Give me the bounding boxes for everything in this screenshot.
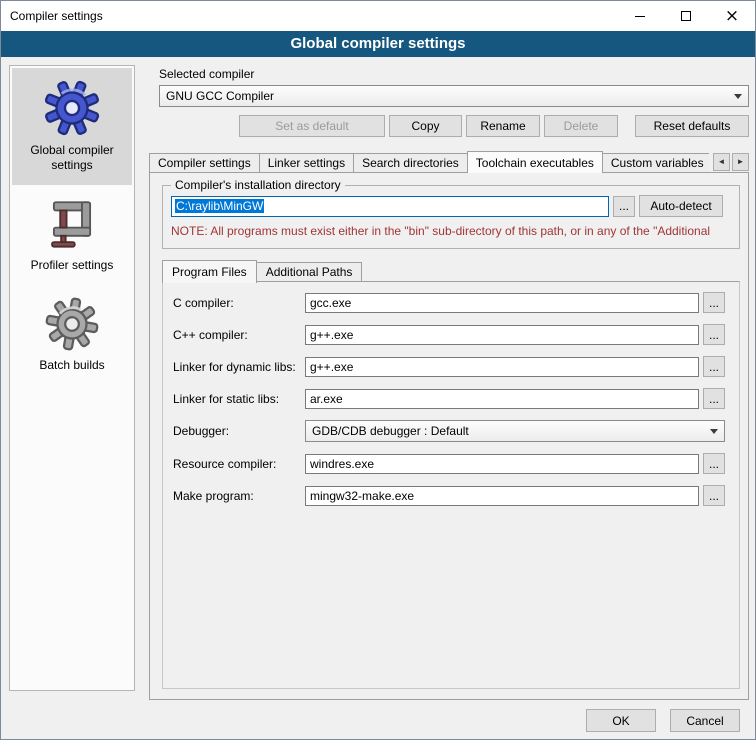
installation-directory-legend: Compiler's installation directory	[171, 178, 345, 192]
compiler-select[interactable]: GNU GCC Compiler	[159, 85, 749, 107]
selected-compiler-label: Selected compiler	[159, 67, 254, 81]
chevron-down-icon	[710, 429, 718, 434]
installation-directory-row: C:\raylib\MinGW ... Auto-detect	[171, 195, 723, 217]
copy-button[interactable]: Copy	[389, 115, 462, 137]
form-row: Resource compiler: ...	[173, 453, 725, 474]
resource-compiler-browse-button[interactable]: ...	[703, 453, 725, 474]
window-title: Compiler settings	[1, 9, 103, 23]
cpp-compiler-browse-button[interactable]: ...	[703, 324, 725, 345]
compiler-settings-dialog: Compiler settings × Global compiler sett…	[0, 0, 756, 740]
sidebar-item-profiler-settings[interactable]: Profiler settings	[12, 185, 132, 285]
tabs-clip: Compiler settings Linker settings Search…	[149, 151, 709, 173]
maximize-icon	[681, 11, 691, 21]
note-text: NOTE: All programs must exist either in …	[171, 224, 737, 238]
form-row: C++ compiler: ...	[173, 324, 725, 345]
tab-linker-settings[interactable]: Linker settings	[259, 153, 354, 173]
make-program-browse-button[interactable]: ...	[703, 485, 725, 506]
cpp-compiler-input[interactable]	[305, 325, 699, 345]
dynamic-linker-browse-button[interactable]: ...	[703, 356, 725, 377]
compiler-button-row: Set as default Copy Rename Delete Reset …	[159, 115, 749, 137]
cpp-compiler-label: C++ compiler:	[173, 328, 305, 342]
sidebar-item-label: Global compiler settings	[16, 143, 128, 173]
install-dir-browse-button[interactable]: ...	[613, 196, 635, 217]
form-row: Linker for dynamic libs: ...	[173, 356, 725, 377]
sidebar-item-global-compiler-settings[interactable]: Global compiler settings	[12, 68, 132, 185]
delete-button[interactable]: Delete	[544, 115, 618, 137]
tab-program-files[interactable]: Program Files	[162, 260, 257, 283]
titlebar[interactable]: Compiler settings ×	[1, 1, 755, 31]
gear-gray-icon	[43, 295, 101, 353]
tab-scroll-right-button[interactable]: ►	[732, 153, 749, 171]
form-row: Debugger: GDB/CDB debugger : Default	[173, 420, 725, 442]
tab-toolchain-executables[interactable]: Toolchain executables	[467, 151, 603, 173]
tab-scroll-arrows: ◄ ►	[713, 153, 749, 171]
reset-defaults-button[interactable]: Reset defaults	[635, 115, 749, 137]
program-files-pane: C compiler: ... C++ compiler: ... Linker…	[162, 281, 740, 689]
page-title: Global compiler settings	[1, 31, 755, 57]
resource-compiler-input[interactable]	[305, 454, 699, 474]
sidebar-item-batch-builds[interactable]: Batch builds	[12, 285, 132, 385]
sidebar: Global compiler settings Prof	[9, 65, 135, 691]
autodetect-button[interactable]: Auto-detect	[639, 195, 723, 217]
install-dir-selected-text: C:\raylib\MinGW	[175, 199, 264, 213]
debugger-select[interactable]: GDB/CDB debugger : Default	[305, 420, 725, 442]
dynamic-linker-input[interactable]	[305, 357, 699, 377]
form-row: Make program: ...	[173, 485, 725, 506]
gear-blue-icon	[42, 78, 102, 138]
tab-scroll-left-button[interactable]: ◄	[713, 153, 730, 171]
make-program-input[interactable]	[305, 486, 699, 506]
tab-compiler-settings[interactable]: Compiler settings	[149, 153, 260, 173]
rename-button[interactable]: Rename	[466, 115, 540, 137]
toolchain-executables-pane: Compiler's installation directory C:\ray…	[149, 172, 749, 700]
set-as-default-button[interactable]: Set as default	[239, 115, 385, 137]
close-icon: ×	[725, 8, 739, 25]
chevron-down-icon	[734, 94, 742, 99]
tab-custom-variables[interactable]: Custom variables	[602, 153, 709, 173]
form-row: Linker for static libs: ...	[173, 388, 725, 409]
c-compiler-browse-button[interactable]: ...	[703, 292, 725, 313]
maximize-button[interactable]	[663, 1, 709, 31]
dynamic-linker-label: Linker for dynamic libs:	[173, 360, 305, 374]
form-row: C compiler: ...	[173, 292, 725, 313]
installation-directory-group: Compiler's installation directory C:\ray…	[162, 185, 740, 249]
program-files-tabstrip: Program Files Additional Paths	[162, 259, 362, 282]
tab-search-directories[interactable]: Search directories	[353, 153, 468, 173]
c-compiler-input[interactable]	[305, 293, 699, 313]
install-dir-input[interactable]: C:\raylib\MinGW	[171, 196, 609, 217]
tab-additional-paths[interactable]: Additional Paths	[256, 262, 363, 282]
resource-compiler-label: Resource compiler:	[173, 457, 305, 471]
settings-tabstrip: Compiler settings Linker settings Search…	[149, 150, 749, 173]
minimize-icon	[635, 16, 645, 17]
clamp-icon	[43, 195, 101, 253]
main-panel: Selected compiler GNU GCC Compiler Set a…	[149, 65, 749, 700]
static-linker-input[interactable]	[305, 389, 699, 409]
ok-button[interactable]: OK	[586, 709, 656, 732]
c-compiler-label: C compiler:	[173, 296, 305, 310]
static-linker-label: Linker for static libs:	[173, 392, 305, 406]
compiler-select-value: GNU GCC Compiler	[166, 89, 728, 103]
cancel-button[interactable]: Cancel	[670, 709, 740, 732]
static-linker-browse-button[interactable]: ...	[703, 388, 725, 409]
close-button[interactable]: ×	[709, 1, 755, 31]
make-program-label: Make program:	[173, 489, 305, 503]
minimize-button[interactable]	[617, 1, 663, 31]
debugger-label: Debugger:	[173, 424, 305, 438]
sidebar-item-label: Batch builds	[39, 358, 104, 373]
window-controls: ×	[617, 1, 755, 31]
sidebar-item-label: Profiler settings	[31, 258, 114, 273]
debugger-select-value: GDB/CDB debugger : Default	[312, 424, 704, 438]
